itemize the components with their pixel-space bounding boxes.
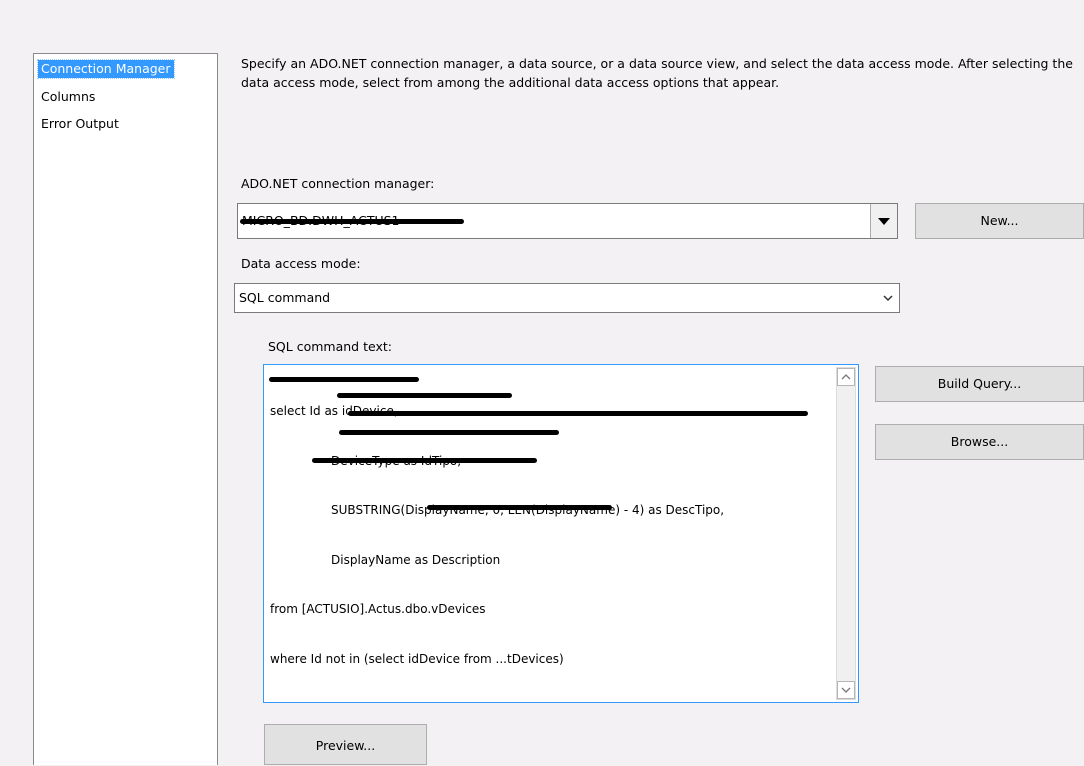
- sql-command-label: SQL command text:: [268, 339, 392, 354]
- connection-manager-combo[interactable]: MICRO_BD.DWH_ACTUS1: [237, 203, 898, 239]
- browse-button[interactable]: Browse...: [875, 424, 1084, 460]
- sql-line: DisplayName as Description: [270, 552, 501, 567]
- redaction-mark: [348, 411, 808, 416]
- page-description: Specify an ADO.NET connection manager, a…: [241, 56, 1073, 90]
- preview-button[interactable]: Preview...: [264, 724, 427, 765]
- nav-item-connection-manager[interactable]: Connection Manager: [37, 59, 175, 79]
- sql-line: from [ACTUSIO].Actus.dbo.vDevices: [270, 602, 486, 616]
- sql-command-text: select Id as idDevice, DeviceType as IdT…: [270, 370, 724, 700]
- triangle-down-icon[interactable]: [870, 204, 897, 238]
- data-access-mode-select[interactable]: SQL command: [234, 283, 900, 313]
- nav-item-error-output[interactable]: Error Output: [38, 115, 122, 133]
- redaction-mark: [339, 430, 559, 435]
- sql-line: where Id not in (select idDevice from ..…: [270, 651, 564, 666]
- build-query-button[interactable]: Build Query...: [875, 366, 1084, 402]
- data-access-mode-label: Data access mode:: [241, 256, 361, 271]
- page-navigation: Connection Manager Columns Error Output: [33, 53, 218, 765]
- vertical-scrollbar[interactable]: [836, 367, 856, 700]
- data-access-mode-value: SQL command: [239, 290, 331, 305]
- connection-manager-label: ADO.NET connection manager:: [241, 176, 435, 191]
- redaction-mark: [427, 505, 612, 510]
- redaction-mark: [269, 377, 419, 382]
- scroll-down-icon[interactable]: [837, 681, 855, 699]
- redaction-mark: [240, 219, 464, 224]
- nav-item-columns[interactable]: Columns: [38, 88, 98, 106]
- redaction-mark: [312, 458, 537, 463]
- sql-command-textarea[interactable]: select Id as idDevice, DeviceType as IdT…: [263, 364, 859, 703]
- redaction-mark: [337, 393, 512, 398]
- scroll-up-icon[interactable]: [837, 368, 855, 386]
- chevron-down-icon[interactable]: [883, 294, 893, 302]
- new-connection-button[interactable]: New...: [915, 203, 1084, 239]
